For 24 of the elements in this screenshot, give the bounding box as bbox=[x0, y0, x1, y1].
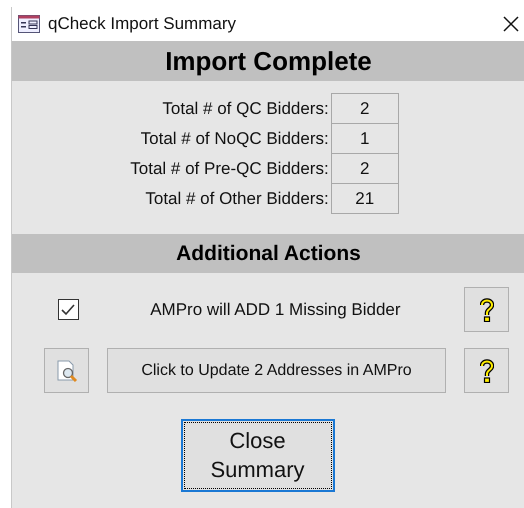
help-icon bbox=[480, 298, 494, 322]
total-value: 2 bbox=[330, 153, 399, 184]
help-button[interactable] bbox=[464, 287, 509, 332]
help-button[interactable] bbox=[464, 348, 509, 393]
checkbox-label: AMPro will ADD 1 Missing Bidder bbox=[149, 300, 402, 320]
window-title: qCheck Import Summary bbox=[48, 14, 237, 34]
close-summary-button[interactable]: Close Summary bbox=[180, 419, 334, 492]
heading: Import Complete bbox=[165, 46, 372, 76]
total-value: 2 bbox=[330, 93, 399, 124]
preview-button[interactable] bbox=[44, 348, 89, 393]
total-label: Total # of Other Bidders: bbox=[144, 188, 330, 210]
checkbox[interactable] bbox=[58, 299, 79, 320]
check-icon bbox=[61, 304, 76, 316]
update-addresses-button[interactable]: Click to Update 2 Addresses in AMPro bbox=[107, 348, 446, 393]
form-icon bbox=[18, 15, 40, 33]
total-label: Total # of NoQC Bidders: bbox=[140, 128, 330, 150]
total-value: 1 bbox=[330, 123, 399, 154]
total-value: 21 bbox=[330, 183, 399, 214]
close-icon[interactable] bbox=[503, 16, 519, 32]
magnifier-page-icon bbox=[56, 358, 78, 382]
total-label: Total # of Pre-QC Bidders: bbox=[130, 158, 330, 180]
total-label: Total # of QC Bidders: bbox=[161, 98, 330, 120]
help-icon bbox=[480, 358, 494, 382]
section-heading: Additional Actions bbox=[176, 242, 361, 266]
